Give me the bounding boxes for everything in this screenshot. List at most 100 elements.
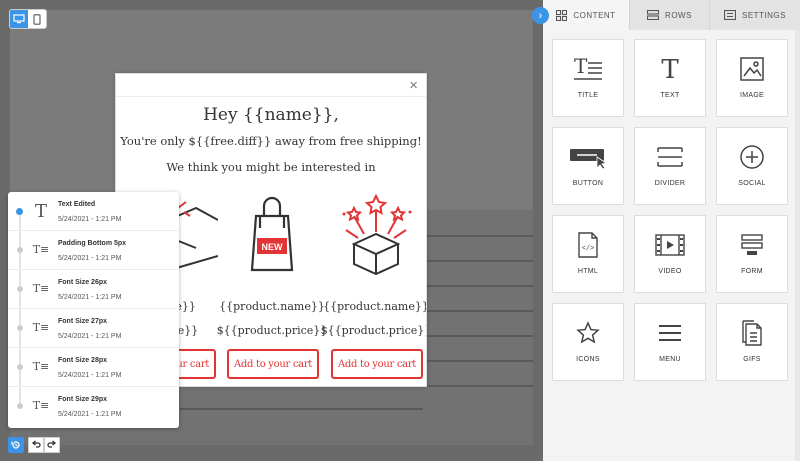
tab-settings-label: SETTINGS bbox=[741, 10, 786, 20]
tab-rows-label: ROWS bbox=[665, 10, 692, 20]
history-item-date: 5/24/2021 - 1:21 PM bbox=[58, 333, 122, 340]
history-item-date: 5/24/2021 - 1:21 PM bbox=[58, 411, 122, 418]
tab-content-label: CONTENT bbox=[573, 10, 616, 20]
history-item-date: 5/24/2021 - 1:21 PM bbox=[58, 216, 122, 223]
mobile-view-button[interactable] bbox=[28, 10, 46, 28]
star-icon bbox=[576, 321, 600, 344]
block-label: DIVIDER bbox=[654, 180, 686, 187]
settings-icon bbox=[723, 10, 736, 20]
history-item-title: Text Edited bbox=[58, 201, 96, 208]
tab-rows[interactable]: ROWS bbox=[630, 0, 710, 30]
popup-header-bar bbox=[116, 74, 426, 97]
history-item[interactable]: T≡ Padding Bottom 5px 5/24/2021 - 1:21 P… bbox=[8, 231, 179, 270]
text-format-icon: T≡ bbox=[32, 399, 50, 412]
product-name[interactable]: {{product.name}} bbox=[301, 300, 426, 313]
history-item-title: Font Size 26px bbox=[58, 279, 108, 286]
history-toggle-button[interactable] bbox=[8, 437, 24, 453]
history-item[interactable]: T≡ Font Size 28px 5/24/2021 - 1:21 PM bbox=[8, 348, 179, 387]
block-html[interactable]: </> HTML bbox=[552, 215, 624, 293]
block-label: HTML bbox=[577, 268, 599, 275]
block-label: MENU bbox=[659, 356, 681, 363]
history-item-title: Font Size 27px bbox=[58, 318, 108, 325]
gifs-icon bbox=[742, 320, 762, 346]
history-item[interactable]: T≡ Font Size 27px 5/24/2021 - 1:21 PM bbox=[8, 309, 179, 348]
svg-text:T: T bbox=[574, 57, 588, 78]
text-format-icon: T≡ bbox=[32, 243, 50, 256]
panel-tabs: CONTENT ROWS SETTINGS bbox=[543, 0, 800, 30]
tab-settings[interactable]: SETTINGS bbox=[710, 0, 800, 30]
canvas-divider-line bbox=[425, 285, 533, 287]
new-badge: NEW bbox=[262, 242, 284, 252]
history-item-title: Padding Bottom 5px bbox=[58, 240, 127, 247]
add-to-cart-button[interactable]: Add to your cart bbox=[331, 349, 423, 379]
history-item[interactable]: T≡ Font Size 29px 5/24/2021 - 1:21 PM bbox=[8, 387, 179, 426]
history-dot-active bbox=[16, 208, 23, 215]
history-item-title: Font Size 29px bbox=[58, 396, 108, 403]
text-format-icon: T≡ bbox=[32, 321, 50, 334]
block-button[interactable]: BUTTON bbox=[552, 127, 624, 205]
device-toggle bbox=[9, 9, 47, 29]
block-menu[interactable]: MENU bbox=[634, 303, 706, 381]
grid-icon bbox=[556, 9, 568, 21]
menu-icon bbox=[659, 325, 681, 341]
tab-content[interactable]: CONTENT bbox=[543, 0, 630, 30]
editor-canvas: × Hey {{name}}, You're only ${{free.diff… bbox=[0, 0, 543, 461]
history-item-date: 5/24/2021 - 1:21 PM bbox=[58, 372, 122, 379]
block-label: GIFS bbox=[743, 356, 761, 363]
history-icon bbox=[11, 441, 20, 449]
popup-tagline[interactable]: We think you might be interested in bbox=[116, 160, 426, 174]
divider-icon bbox=[657, 147, 683, 167]
shopping-bag-icon: NEW bbox=[250, 196, 294, 272]
form-icon bbox=[741, 234, 763, 255]
history-item-date: 5/24/2021 - 1:21 PM bbox=[58, 255, 122, 262]
history-item[interactable]: T≡ Font Size 26px 5/24/2021 - 1:21 PM bbox=[8, 270, 179, 309]
history-item-title: Font Size 28px bbox=[58, 357, 108, 364]
history-dot bbox=[17, 286, 23, 292]
block-label: FORM bbox=[741, 268, 763, 275]
panel-scrollbar[interactable] bbox=[795, 30, 800, 461]
block-label: SOCIAL bbox=[738, 180, 766, 187]
close-icon[interactable]: × bbox=[409, 78, 418, 94]
block-label: TITLE bbox=[577, 92, 599, 99]
popup-heading[interactable]: Hey {{name}}, bbox=[116, 105, 426, 125]
history-controls bbox=[8, 437, 60, 453]
desktop-icon bbox=[13, 14, 25, 24]
undo-button[interactable] bbox=[28, 437, 44, 453]
history-panel: T Text Edited 5/24/2021 - 1:21 PM T≡ Pad… bbox=[8, 192, 179, 428]
history-dot bbox=[17, 247, 23, 253]
canvas-divider-line bbox=[425, 310, 533, 312]
popup-subheading[interactable]: You're only ${{free.diff}} away from fre… bbox=[116, 134, 426, 148]
collapse-panel-button[interactable]: › bbox=[532, 7, 549, 24]
block-social[interactable]: SOCIAL bbox=[716, 127, 788, 205]
desktop-view-button[interactable] bbox=[10, 10, 28, 28]
block-label: VIDEO bbox=[658, 268, 682, 275]
block-icons[interactable]: ICONS bbox=[552, 303, 624, 381]
canvas-divider-line bbox=[425, 335, 533, 337]
history-item[interactable]: T Text Edited 5/24/2021 - 1:21 PM bbox=[8, 192, 179, 231]
redo-icon bbox=[47, 440, 57, 448]
text-icon: T bbox=[34, 201, 47, 222]
block-form[interactable]: FORM bbox=[716, 215, 788, 293]
canvas-divider-line bbox=[425, 360, 533, 362]
block-gifs[interactable]: GIFS bbox=[716, 303, 788, 381]
block-image[interactable]: IMAGE bbox=[716, 39, 788, 117]
history-dot bbox=[17, 403, 23, 409]
product-card[interactable]: NEW bbox=[220, 186, 324, 276]
block-divider[interactable]: DIVIDER bbox=[634, 127, 706, 205]
product-card[interactable] bbox=[324, 186, 426, 276]
block-label: ICONS bbox=[576, 356, 600, 363]
history-dot bbox=[17, 325, 23, 331]
rows-icon bbox=[647, 10, 660, 20]
history-item-date: 5/24/2021 - 1:21 PM bbox=[58, 294, 122, 301]
add-to-cart-button[interactable]: Add to your cart bbox=[227, 349, 319, 379]
canvas-divider-line bbox=[425, 235, 533, 237]
image-icon bbox=[740, 57, 764, 81]
redo-button[interactable] bbox=[44, 437, 60, 453]
block-text[interactable]: T TEXT bbox=[634, 39, 706, 117]
block-label: TEXT bbox=[660, 92, 680, 99]
canvas-divider-line bbox=[180, 408, 423, 410]
block-title[interactable]: T TITLE bbox=[552, 39, 624, 117]
block-video[interactable]: VIDEO bbox=[634, 215, 706, 293]
mobile-icon bbox=[33, 13, 41, 25]
product-price[interactable]: ${{product.price}} bbox=[301, 324, 426, 337]
